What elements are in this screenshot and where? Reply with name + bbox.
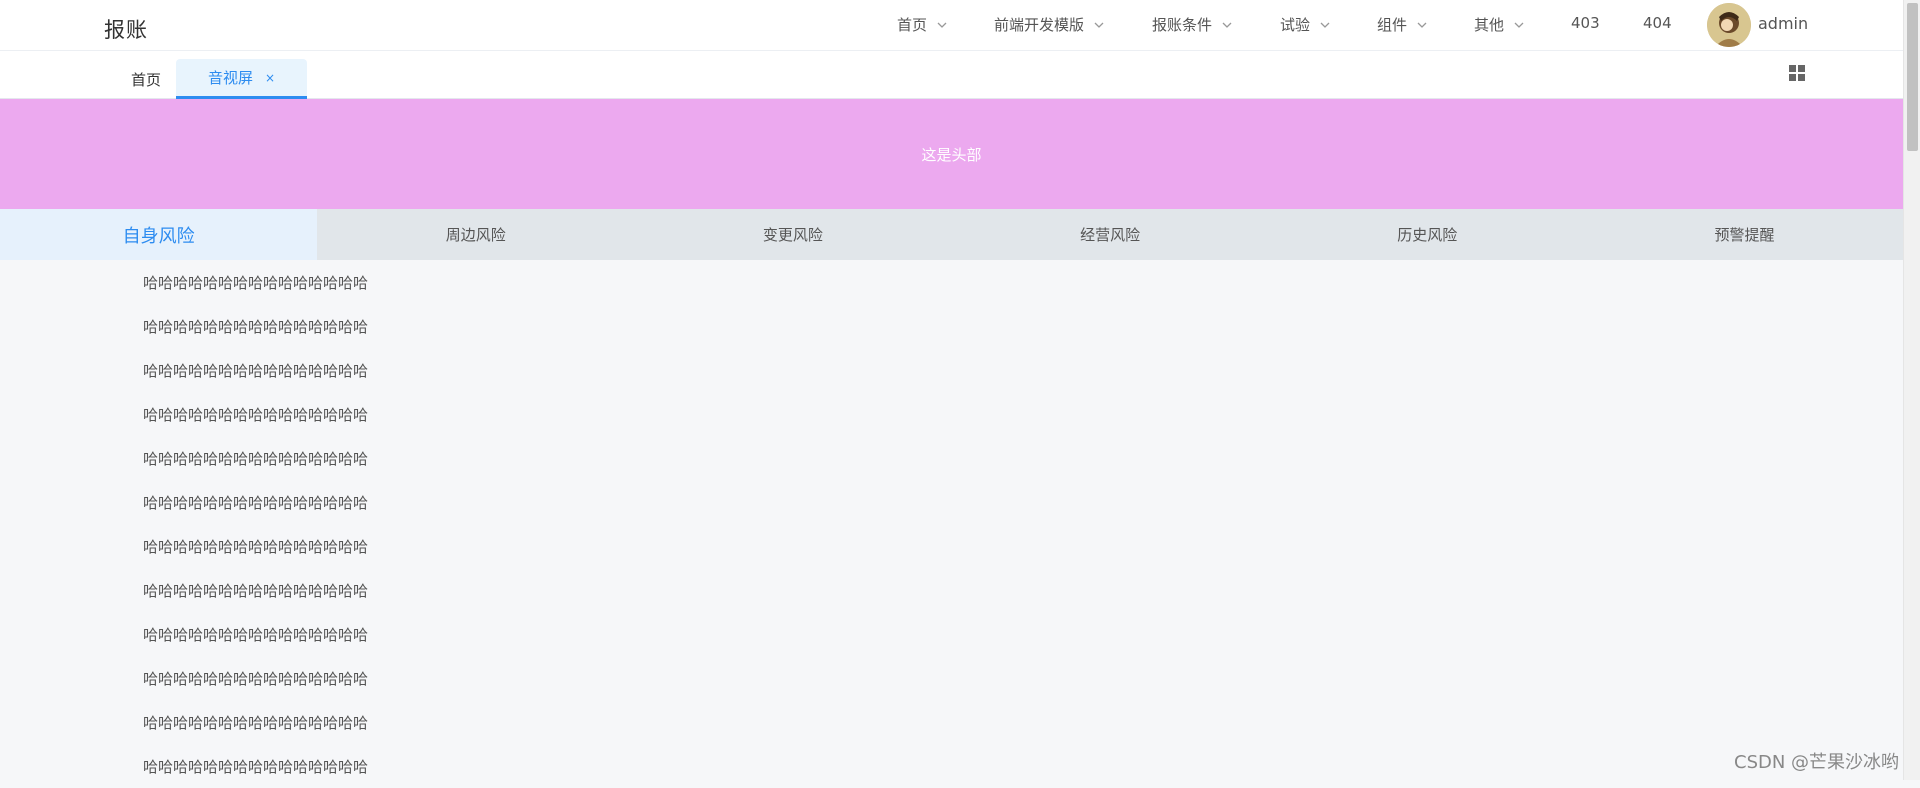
list-item: 哈哈哈哈哈哈哈哈哈哈哈哈哈哈哈 <box>143 449 369 468</box>
list-item: 哈哈哈哈哈哈哈哈哈哈哈哈哈哈哈 <box>143 669 369 688</box>
scrollbar-thumb[interactable] <box>1907 3 1918 151</box>
nav-item-404[interactable]: 404 <box>1643 14 1672 32</box>
chevron-down-icon <box>937 22 947 28</box>
list-item: 哈哈哈哈哈哈哈哈哈哈哈哈哈哈哈 <box>143 273 369 292</box>
username[interactable]: admin <box>1758 14 1808 33</box>
page-header-banner: 这是头部 <box>0 99 1903 209</box>
risk-tab-history[interactable]: 历史风险 <box>1269 209 1586 260</box>
nav-item-other[interactable]: 其他 <box>1474 14 1526 35</box>
chevron-down-icon <box>1514 22 1524 28</box>
list-item: 哈哈哈哈哈哈哈哈哈哈哈哈哈哈哈 <box>143 493 369 512</box>
avatar-image <box>1707 3 1751 47</box>
risk-tab-self[interactable]: 自身风险 <box>0 209 318 260</box>
list-item: 哈哈哈哈哈哈哈哈哈哈哈哈哈哈哈 <box>143 537 369 556</box>
list-item: 哈哈哈哈哈哈哈哈哈哈哈哈哈哈哈 <box>143 581 369 600</box>
chevron-down-icon <box>1417 22 1427 28</box>
tab-label: 首页 <box>130 70 161 89</box>
nav-item-label: 前端开发模版 <box>994 16 1085 34</box>
nav-item-label: 组件 <box>1377 16 1408 34</box>
chevron-down-icon <box>1094 22 1104 28</box>
tab-label: 音视屏 <box>207 69 253 87</box>
risk-tab-warning[interactable]: 预警提醒 <box>1586 209 1903 260</box>
watermark: CSDN @芒果沙冰哟 <box>1734 752 1900 773</box>
list-item: 哈哈哈哈哈哈哈哈哈哈哈哈哈哈哈 <box>143 361 369 380</box>
risk-tab-surrounding[interactable]: 周边风险 <box>317 209 634 260</box>
list-item: 哈哈哈哈哈哈哈哈哈哈哈哈哈哈哈 <box>143 757 369 776</box>
nav-item-home[interactable]: 首页 <box>897 14 949 35</box>
page-tabs-bar: 首页 音视屏 × <box>0 51 1903 99</box>
risk-tabs: 自身风险 周边风险 变更风险 经营风险 历史风险 预警提醒 <box>0 209 1903 260</box>
nav-item-label: 404 <box>1643 14 1672 32</box>
nav-item-label: 其他 <box>1474 16 1505 34</box>
chevron-down-icon <box>1222 22 1232 28</box>
avatar[interactable] <box>1707 3 1751 47</box>
content-list: 哈哈哈哈哈哈哈哈哈哈哈哈哈哈哈 哈哈哈哈哈哈哈哈哈哈哈哈哈哈哈 哈哈哈哈哈哈哈哈… <box>143 260 543 788</box>
nav-item-frontend-template[interactable]: 前端开发模版 <box>994 14 1106 35</box>
nav-item-label: 首页 <box>897 16 928 34</box>
tab-audio-video-screen[interactable]: 音视屏 × <box>176 59 307 99</box>
top-navbar: 报账 首页 前端开发模版 报账条件 试验 组件 其他 403 404 admin <box>0 0 1903 51</box>
nav-item-reimbursement-conditions[interactable]: 报账条件 <box>1152 14 1234 35</box>
close-icon[interactable]: × <box>265 71 275 85</box>
list-item: 哈哈哈哈哈哈哈哈哈哈哈哈哈哈哈 <box>143 625 369 644</box>
nav-item-label: 试验 <box>1280 16 1311 34</box>
nav-item-label: 报账条件 <box>1152 16 1213 34</box>
chevron-down-icon <box>1320 22 1330 28</box>
nav-item-403[interactable]: 403 <box>1571 14 1600 32</box>
risk-tab-operation[interactable]: 经营风险 <box>952 209 1269 260</box>
nav-item-label: 403 <box>1571 14 1600 32</box>
nav-item-experiment[interactable]: 试验 <box>1280 14 1332 35</box>
list-item: 哈哈哈哈哈哈哈哈哈哈哈哈哈哈哈 <box>143 405 369 424</box>
list-item: 哈哈哈哈哈哈哈哈哈哈哈哈哈哈哈 <box>143 713 369 732</box>
grid-icon[interactable] <box>1789 65 1805 81</box>
brand-title: 报账 <box>104 18 148 42</box>
risk-tab-change[interactable]: 变更风险 <box>634 209 951 260</box>
list-item: 哈哈哈哈哈哈哈哈哈哈哈哈哈哈哈 <box>143 317 369 336</box>
header-text: 这是头部 <box>921 145 982 164</box>
nav-item-components[interactable]: 组件 <box>1377 14 1429 35</box>
tab-home[interactable]: 首页 <box>112 59 180 99</box>
vertical-scrollbar[interactable] <box>1903 0 1920 780</box>
